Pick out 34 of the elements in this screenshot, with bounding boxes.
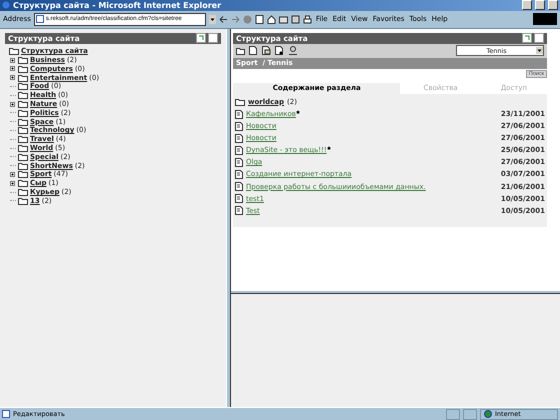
document-icon: [235, 158, 243, 167]
document-icon: [235, 110, 243, 119]
back-arrow-icon[interactable]: [218, 14, 228, 24]
status-panel: [463, 408, 477, 420]
close-button[interactable]: [548, 0, 558, 10]
folder-up-icon[interactable]: [236, 46, 245, 55]
document-icon: [235, 182, 243, 192]
new-document-icon[interactable]: [249, 46, 258, 56]
new-folder-icon[interactable]: [262, 46, 271, 56]
folder-icon: [235, 98, 245, 106]
print-icon[interactable]: [302, 14, 312, 24]
expand-icon[interactable]: [10, 75, 15, 80]
status-panel: [446, 408, 460, 420]
expand-icon[interactable]: [10, 172, 15, 177]
expand-icon[interactable]: [10, 180, 15, 186]
page-icon: [36, 15, 44, 24]
maximize-button[interactable]: [535, 0, 545, 10]
document-icon: [235, 170, 243, 179]
document-icon: [235, 146, 243, 155]
minimize-button[interactable]: [522, 0, 532, 10]
document-icon: [235, 194, 243, 204]
home-icon[interactable]: [266, 14, 276, 24]
expand-icon[interactable]: [10, 58, 15, 63]
document-icon: [235, 206, 243, 216]
user-icon[interactable]: [288, 46, 297, 56]
dropdown-arrow-icon: [536, 47, 543, 54]
expand-icon[interactable]: [10, 66, 15, 72]
document-link-icon[interactable]: [275, 46, 284, 56]
globe-icon: [484, 410, 492, 418]
document-icon: [235, 122, 243, 131]
window-title: Структура сайта - Microsoft Internet Explorer: [13, 0, 222, 10]
browser-icon: [2, 1, 10, 10]
document-icon: [235, 134, 243, 143]
expand-icon[interactable]: [10, 102, 15, 107]
